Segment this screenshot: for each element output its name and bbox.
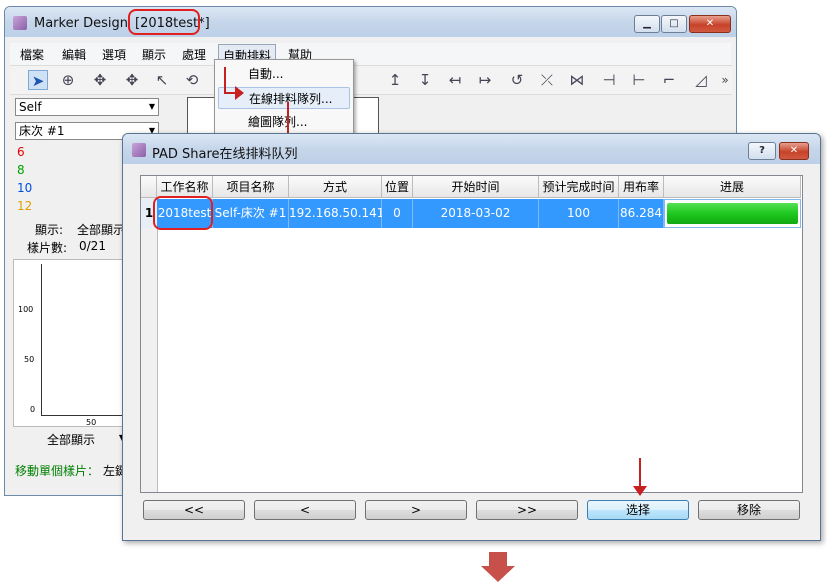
col-header-project[interactable]: 项目名称 xyxy=(213,176,289,198)
view-combo[interactable]: 全部顯示▼ xyxy=(47,431,127,449)
arrow-head-icon xyxy=(235,86,244,100)
dialog-title: PAD Share在线排料队列 xyxy=(152,147,298,162)
col-header-eta[interactable]: 预计完成时间 xyxy=(539,176,619,198)
ruler-tick-label: 50 xyxy=(24,355,35,364)
bed-combo-value: 床次 #1 xyxy=(19,124,65,138)
triangle-icon[interactable]: ◿ xyxy=(691,70,711,90)
ruler-horizontal xyxy=(42,415,127,419)
cell-project[interactable]: Self-床次 #1 xyxy=(213,199,289,228)
dialog-icon xyxy=(132,143,146,157)
cell-eta[interactable]: 100 xyxy=(539,199,619,228)
pointer-icon[interactable]: ↖ xyxy=(152,70,172,90)
prev-button[interactable]: < xyxy=(254,500,356,520)
col-header-corner xyxy=(141,176,157,198)
app-icon xyxy=(13,16,27,30)
menu-file[interactable]: 檔案 xyxy=(20,46,44,63)
remove-button[interactable]: 移除 xyxy=(698,500,800,520)
down-arrow-icon xyxy=(489,552,507,566)
last-button[interactable]: >> xyxy=(476,500,578,520)
ruler-tick-label: 50 xyxy=(86,418,97,427)
view-combo-value: 全部顯示 xyxy=(47,433,96,447)
minimize-button[interactable]: ▁ xyxy=(634,15,660,33)
flip-vertical-icon[interactable]: ↥ xyxy=(385,70,405,90)
bracket-right-icon[interactable]: ⊣ xyxy=(599,70,619,90)
ruler-vertical xyxy=(38,264,42,416)
next-button[interactable]: > xyxy=(365,500,467,520)
model-combo-value: Self xyxy=(19,100,42,114)
menu-auto[interactable]: 自動... xyxy=(218,63,350,85)
canvas-area: 100 50 0 50 xyxy=(13,259,128,427)
dialog-close-button[interactable]: ✕ xyxy=(779,142,809,160)
cell-position[interactable]: 0 xyxy=(382,199,413,228)
col-header-start-time[interactable]: 开始时间 xyxy=(413,176,539,198)
ruler-tick-label: 100 xyxy=(18,305,34,314)
maximize-button[interactable]: □ xyxy=(661,15,687,33)
model-combo[interactable]: Self ▼ xyxy=(15,98,159,116)
menu-bar: 檔案 編輯 選項 顯示 處理 自動排料 幫助 xyxy=(10,43,731,65)
close-button[interactable]: ✕ xyxy=(689,15,731,33)
col-header-position[interactable]: 位置 xyxy=(382,176,413,198)
menu-plot-queue[interactable]: 繪圖隊列... xyxy=(218,111,350,133)
align-icon[interactable]: ⋈ xyxy=(567,70,587,90)
menu-options[interactable]: 選項 xyxy=(102,46,126,63)
zoom-icon[interactable]: ⊕ xyxy=(58,70,78,90)
annotation-outline-doc xyxy=(128,9,200,35)
status-text: 移動單個樣片： xyxy=(15,464,100,478)
menu-view[interactable]: 顯示 xyxy=(142,46,166,63)
move-icon[interactable]: ✥ xyxy=(90,70,110,90)
pieces-value: 0/21 xyxy=(79,239,106,253)
move-piece-icon[interactable]: ✥ xyxy=(122,70,142,90)
main-titlebar: Marker Design [2018test*] ▁ □ ✕ xyxy=(5,7,736,37)
menu-process[interactable]: 處理 xyxy=(182,46,206,63)
flip-right-icon[interactable]: ↦ xyxy=(475,70,495,90)
app-title: Marker Design xyxy=(34,16,128,31)
cell-utilization[interactable]: 86.284 xyxy=(619,199,664,228)
help-button[interactable]: ? xyxy=(748,142,776,160)
size-8[interactable]: 8 xyxy=(17,163,25,177)
chevron-down-icon: ▼ xyxy=(148,102,155,111)
display-value: 全部顯示 xyxy=(77,223,126,237)
first-button[interactable]: << xyxy=(143,500,245,520)
bracket-left-icon[interactable]: ⊢ xyxy=(629,70,649,90)
cell-progress[interactable] xyxy=(664,199,801,228)
pieces-label: 樣片數: xyxy=(27,241,68,255)
annotation-arrow xyxy=(639,458,641,488)
select-button[interactable]: 选择 xyxy=(587,500,689,520)
col-header-job-name[interactable]: 工作名称 xyxy=(157,176,213,198)
ruler-tick-label: 0 xyxy=(30,405,36,414)
arrow-head-icon xyxy=(633,486,647,496)
flip-down-icon[interactable]: ↧ xyxy=(415,70,435,90)
progress-bar xyxy=(667,203,798,224)
annotation-arrow xyxy=(224,67,226,94)
size-6[interactable]: 6 xyxy=(17,145,25,159)
menu-edit[interactable]: 編輯 xyxy=(62,46,86,63)
more-tools-icon[interactable]: » xyxy=(715,70,735,90)
size-10[interactable]: 10 xyxy=(17,181,32,195)
corner-icon[interactable]: ⌐ xyxy=(659,70,679,90)
col-header-utilization[interactable]: 用布率 xyxy=(619,176,664,198)
rotate-icon[interactable]: ↺ xyxy=(507,70,527,90)
cell-start-time[interactable]: 2018-03-02 17:47:31 xyxy=(413,199,539,249)
rotate-free-icon[interactable]: ⟲ xyxy=(182,70,202,90)
down-arrow-icon xyxy=(481,566,515,582)
col-header-method[interactable]: 方式 xyxy=(289,176,382,198)
annotation-outline-job xyxy=(153,196,213,230)
size-12[interactable]: 12 xyxy=(17,199,32,213)
toolbar: ➤ ⊕ ✥ ✥ ↖ ⟲ ↥ ↧ ↤ ↦ ↺ ⤫ ⋈ ⊣ ⊢ ⌐ ◿ » xyxy=(10,65,732,95)
col-header-progress[interactable]: 进展 xyxy=(664,176,801,198)
cell-method[interactable]: 192.168.50.141 xyxy=(289,199,384,228)
display-label: 顯示: xyxy=(35,223,64,237)
split-icon[interactable]: ⤫ xyxy=(537,70,557,90)
dialog-titlebar: PAD Share在线排料队列 ? ✕ xyxy=(123,134,820,164)
select-arrow-icon[interactable]: ➤ xyxy=(28,70,48,90)
flip-left-icon[interactable]: ↤ xyxy=(445,70,465,90)
